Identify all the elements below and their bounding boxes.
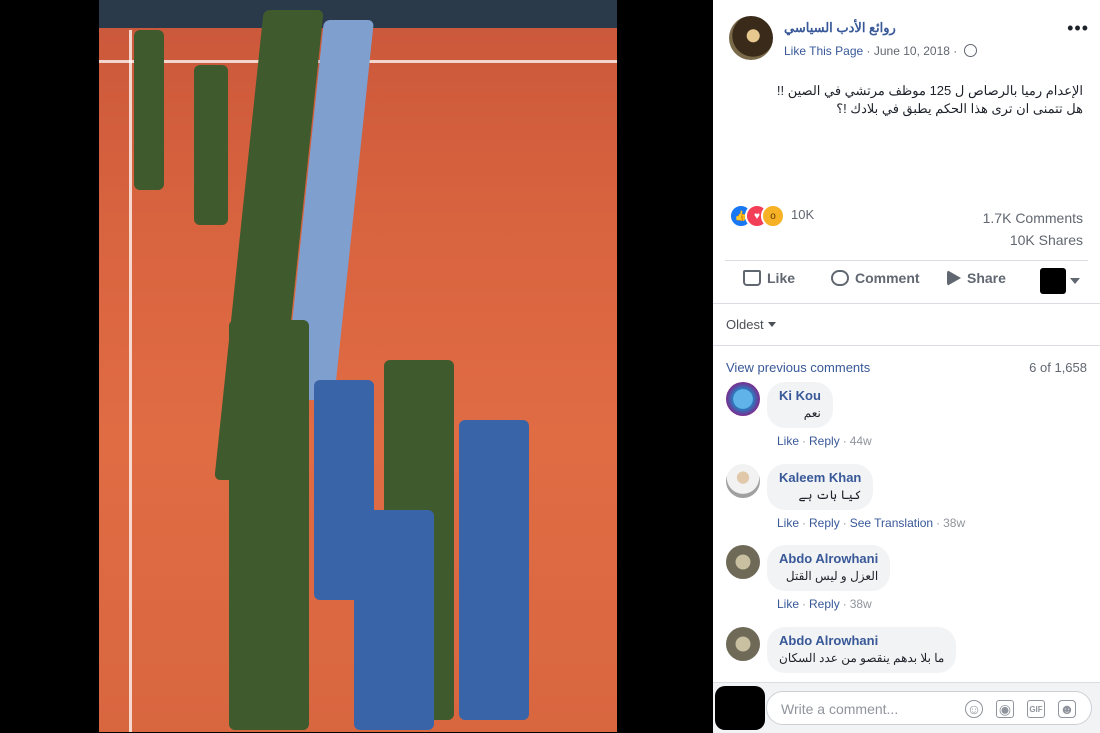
photo-figure xyxy=(459,420,529,720)
comment-like-link[interactable]: Like xyxy=(777,516,799,530)
photo-viewer[interactable] xyxy=(0,0,713,732)
photo-figure xyxy=(134,30,164,190)
dot-separator: · xyxy=(842,516,847,530)
page-avatar[interactable] xyxy=(729,16,773,60)
comment-icon xyxy=(831,270,849,286)
comment-actions: Like · Reply · See Translation · 38w xyxy=(777,516,965,530)
post-photo[interactable] xyxy=(99,0,617,732)
comment-like-link[interactable]: Like xyxy=(777,434,799,448)
post-text: الإعدام رميا بالرصاص ل 125 موظف مرتشي في… xyxy=(729,82,1083,118)
share-icon xyxy=(947,270,961,286)
identity-avatar xyxy=(1040,268,1066,294)
commenter-name[interactable]: Abdo Alrowhani xyxy=(779,551,878,566)
dot-separator: · xyxy=(802,516,807,530)
see-translation-link[interactable]: See Translation xyxy=(850,516,933,530)
post-header: روائع الأدب السياسي Like This Page · Jun… xyxy=(729,16,1089,66)
photo-figure xyxy=(194,65,228,225)
share-label: Share xyxy=(967,270,1006,286)
gif-icon[interactable]: GIF xyxy=(1027,700,1045,718)
composer-avatar xyxy=(715,686,765,730)
dot-separator: · xyxy=(936,516,941,530)
comment-composer-bar: ☺ ◉ GIF ☻ xyxy=(713,682,1100,733)
comment-reply-link[interactable]: Reply xyxy=(809,597,840,611)
page-name[interactable]: روائع الأدب السياسي xyxy=(784,20,896,36)
like-page-link[interactable]: Like This Page xyxy=(784,44,863,58)
post-meta: Like This Page · June 10, 2018 · xyxy=(784,44,977,58)
chevron-down-icon xyxy=(1070,278,1080,284)
dot-separator: · xyxy=(802,434,807,448)
like-button[interactable]: Like xyxy=(743,270,795,286)
comment-time[interactable]: 44w xyxy=(850,434,872,448)
comment-text: ما بلا بدهم ينقصو من عدد السكان xyxy=(779,651,945,665)
commenter-name[interactable]: Abdo Alrowhani xyxy=(779,633,944,648)
post-date[interactable]: June 10, 2018 xyxy=(874,44,950,58)
meta-separator: · xyxy=(953,44,958,58)
commenter-avatar[interactable] xyxy=(726,545,760,579)
comment-text: العزل و ليس القتل xyxy=(785,569,879,583)
comment-button[interactable]: Comment xyxy=(831,270,920,286)
comment-reply-link[interactable]: Reply xyxy=(809,434,840,448)
commenter-avatar[interactable] xyxy=(726,627,760,661)
shares-count[interactable]: 10K Shares xyxy=(983,229,1083,251)
comment-text: کیا بات ہے xyxy=(798,488,862,502)
dot-separator: · xyxy=(842,434,847,448)
dot-separator: · xyxy=(802,597,807,611)
comment-time[interactable]: 38w xyxy=(943,516,965,530)
dot-separator: · xyxy=(842,597,847,611)
wow-reaction-icon: o xyxy=(761,204,785,228)
divider xyxy=(725,260,1088,261)
caret-down-icon xyxy=(767,322,776,327)
like-label: Like xyxy=(767,270,796,286)
identity-selector[interactable] xyxy=(1040,268,1082,294)
camera-icon[interactable]: ◉ xyxy=(996,700,1014,718)
globe-icon xyxy=(963,44,977,57)
comment-input[interactable] xyxy=(779,700,963,718)
commenter-name[interactable]: Ki Kou xyxy=(779,388,821,403)
comment-bubble: Abdo Alrowhani ما بلا بدهم ينقصو من عدد … xyxy=(767,627,957,673)
meta-separator: · xyxy=(866,44,871,58)
comments-pager: 6 of 1,658 xyxy=(1029,360,1087,375)
sticker-icon[interactable]: ☻ xyxy=(1058,700,1076,718)
post-stats: 1.7K Comments 10K Shares xyxy=(983,207,1083,251)
post-sidebar: روائع الأدب السياسي Like This Page · Jun… xyxy=(713,0,1100,733)
commenter-avatar[interactable] xyxy=(726,382,760,416)
comment-actions: Like · Reply · 38w xyxy=(777,597,872,611)
photo-figure xyxy=(229,320,309,730)
view-previous-comments-link[interactable]: View previous comments xyxy=(726,360,870,375)
photo-figure xyxy=(354,510,434,730)
comment-composer[interactable]: ☺ ◉ GIF ☻ xyxy=(766,691,1092,725)
comment-bubble: Ki Kou نعم xyxy=(767,382,833,428)
divider xyxy=(713,303,1100,304)
comment-bubble: Abdo Alrowhani العزل و ليس القتل xyxy=(767,545,891,591)
photo-court-line xyxy=(129,30,132,732)
thumbs-up-icon xyxy=(743,270,761,286)
comment-like-link[interactable]: Like xyxy=(777,597,799,611)
more-options-icon[interactable]: ••• xyxy=(1067,18,1089,39)
post-text-line: الإعدام رميا بالرصاص ل 125 موظف مرتشي في… xyxy=(776,83,1083,98)
comment-sort-dropdown[interactable]: Oldest xyxy=(726,317,776,332)
reaction-count[interactable]: 10K xyxy=(791,207,814,222)
sort-label: Oldest xyxy=(726,317,764,332)
commenter-avatar[interactable] xyxy=(726,464,760,498)
share-button[interactable]: Share xyxy=(947,270,1006,286)
comment-reply-link[interactable]: Reply xyxy=(809,516,840,530)
post-actions: Like Comment Share xyxy=(725,262,1088,300)
divider xyxy=(713,345,1100,346)
post-text-line: هل تتمنى ان ترى هذا الحكم يطبق في بلادك … xyxy=(836,101,1083,116)
comment-label: Comment xyxy=(855,270,920,286)
comment-actions: Like · Reply · 44w xyxy=(777,434,872,448)
emoji-icon[interactable]: ☺ xyxy=(965,700,983,718)
comments-count[interactable]: 1.7K Comments xyxy=(983,207,1083,229)
commenter-name[interactable]: Kaleem Khan xyxy=(779,470,861,485)
comment-time[interactable]: 38w xyxy=(850,597,872,611)
comment-bubble: Kaleem Khan کیا بات ہے xyxy=(767,464,874,510)
comment-text: نعم xyxy=(803,406,821,420)
